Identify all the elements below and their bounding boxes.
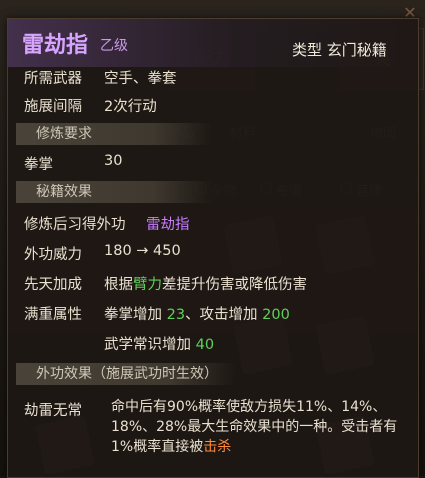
- skill-tooltip: 雷劫指 乙级 类型 玄门秘籍 所需武器 空手、拳套 施展间隔 2次行动 修炼要求…: [7, 18, 419, 478]
- skill-type: 类型 玄门秘籍: [292, 41, 387, 59]
- innate-value: 根据臂力差提升伤害或降低伤害: [104, 277, 307, 293]
- section-effect: 秘籍效果: [16, 181, 212, 203]
- section-requirement: 修炼要求: [16, 123, 212, 145]
- interval-value: 2次行动: [104, 99, 157, 115]
- interval-label: 施展间隔: [24, 99, 82, 115]
- learn-value: 雷劫指: [146, 217, 190, 233]
- max-line-2: 武学常识增加 40: [104, 337, 215, 353]
- section-outer-effect: 外功效果（施展武功时生效）: [16, 363, 236, 385]
- outer-description: 命中后有90%概率使敌方损失11%、14%、18%、28%最大生命效果中的一种。…: [111, 399, 398, 455]
- weapon-value: 空手、拳套: [104, 71, 177, 87]
- max-line-1: 拳掌增加 23、攻击增加 200: [104, 307, 290, 323]
- skill-grade: 乙级: [100, 38, 128, 54]
- power-label: 外功威力: [24, 247, 82, 263]
- skill-name: 雷劫指: [22, 33, 89, 58]
- requirement-value: 30: [104, 153, 123, 169]
- power-value: 180 → 450: [104, 243, 181, 259]
- outer-label: 劫雷无常: [24, 403, 82, 419]
- requirement-label: 拳掌: [24, 157, 53, 173]
- weapon-label: 所需武器: [24, 71, 82, 87]
- innate-label: 先天加成: [24, 277, 82, 293]
- learn-label: 修炼后习得外功: [24, 217, 126, 233]
- max-label: 满重属性: [24, 307, 82, 323]
